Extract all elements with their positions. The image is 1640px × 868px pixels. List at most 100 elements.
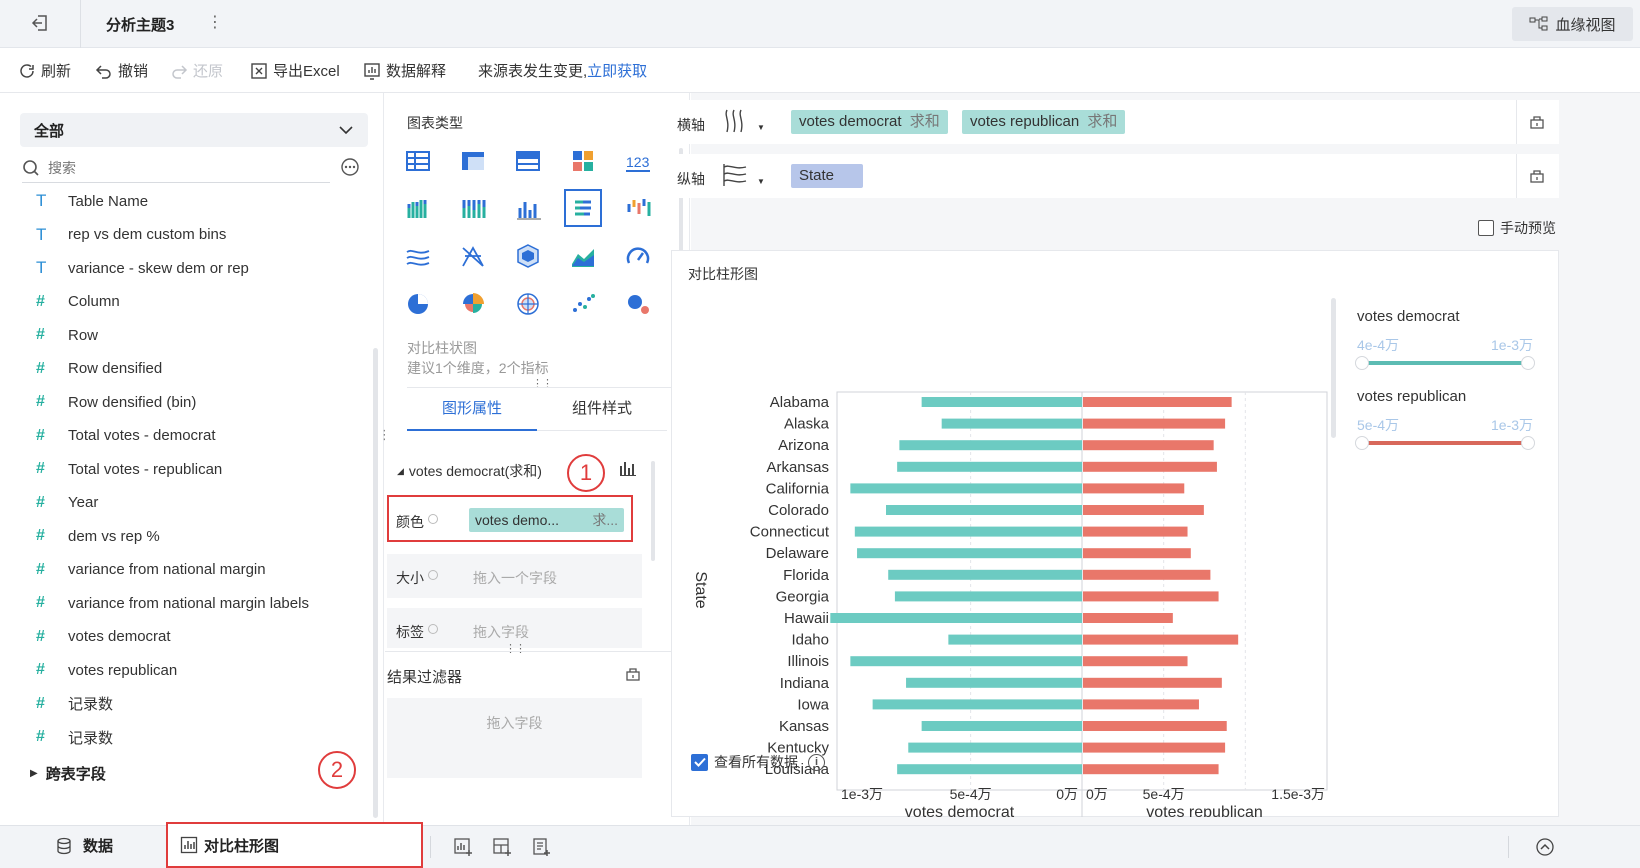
chart-tab[interactable]: 对比柱形图 <box>166 822 423 868</box>
filter-export-icon[interactable] <box>625 666 641 686</box>
data-explain-label: 数据解释 <box>386 63 447 80</box>
data-tab[interactable]: 数据 <box>55 835 113 856</box>
legend-dem-handle-right[interactable] <box>1521 356 1535 370</box>
add-dashboard-icon[interactable] <box>492 837 512 861</box>
info-icon[interactable]: i <box>808 753 825 771</box>
properties-scrollbar[interactable] <box>651 461 655 561</box>
pie-chart-icon[interactable] <box>403 289 433 319</box>
legend-rep-handle-right[interactable] <box>1521 436 1535 450</box>
stacked-column-icon[interactable] <box>458 193 488 223</box>
radar-icon[interactable] <box>513 289 543 319</box>
field-item[interactable]: # Total votes - republican <box>36 457 222 481</box>
view-all-checkbox[interactable] <box>691 753 708 771</box>
numeric-field-icon: # <box>36 560 45 578</box>
refresh-button[interactable]: 刷新 <box>18 60 71 81</box>
cross-table-icon[interactable] <box>458 146 488 176</box>
field-item[interactable]: T Table Name <box>36 189 148 213</box>
field-item[interactable]: # Row densified <box>36 357 162 381</box>
lineage-button[interactable]: 血缘视图 <box>1512 7 1633 41</box>
field-item[interactable]: # Column <box>36 290 120 314</box>
column-chart-icon[interactable] <box>513 193 543 223</box>
field-item[interactable]: # variance from national margin labels <box>36 591 309 615</box>
tag-settings-icon[interactable] <box>428 624 438 634</box>
tab-component-style[interactable]: 组件样式 <box>537 389 667 431</box>
field-item[interactable]: # votes republican <box>36 658 177 682</box>
manual-preview-checkbox[interactable] <box>1478 220 1494 236</box>
republican-bar <box>1083 634 1239 645</box>
radar-line-icon[interactable] <box>458 241 488 271</box>
tab-bar-divider <box>407 387 671 388</box>
data-explain-button[interactable]: 数据解释 <box>363 60 446 81</box>
bar-chart-mini-icon[interactable] <box>619 460 637 480</box>
legend-dem-bar[interactable] <box>1362 361 1527 365</box>
x-pill-votes-democrat[interactable]: votes democrat 求和 <box>791 110 948 134</box>
exit-icon[interactable] <box>30 13 50 37</box>
field-item[interactable]: # dem vs rep % <box>36 524 160 548</box>
field-item[interactable]: # Row densified (bin) <box>36 390 196 414</box>
table-icon[interactable] <box>403 146 433 176</box>
democrat-bar <box>872 699 1082 710</box>
polygon-icon[interactable] <box>513 241 543 271</box>
search-input[interactable] <box>48 159 308 176</box>
democrat-bar <box>948 634 1082 645</box>
area-chart-icon[interactable] <box>568 241 598 271</box>
collapse-up-icon[interactable] <box>1535 837 1555 861</box>
field-item[interactable]: # variance from national margin <box>36 558 266 582</box>
group-select[interactable]: 全部 <box>20 113 368 147</box>
field-item[interactable]: # votes democrat <box>36 625 171 649</box>
y-axis-dropdown-icon[interactable]: ▼ <box>757 177 765 186</box>
field-item[interactable]: Tvariance - skew dem or rep <box>36 256 249 280</box>
add-report-icon[interactable] <box>531 837 551 861</box>
detail-table-icon[interactable] <box>513 146 543 176</box>
legend-rep-handle-left[interactable] <box>1355 436 1369 450</box>
state-label: Colorado <box>768 502 829 519</box>
field-item[interactable]: # Year <box>36 491 98 515</box>
manual-preview-toggle[interactable]: 手动预览 <box>1478 218 1556 238</box>
redo-button[interactable]: 还原 <box>170 60 223 81</box>
bubble-icon[interactable] <box>623 289 653 319</box>
rose-chart-icon[interactable] <box>458 289 488 319</box>
add-chart-icon[interactable] <box>453 837 473 861</box>
line-chart-icon[interactable] <box>403 241 433 271</box>
x-axis-dropdown-icon[interactable]: ▼ <box>757 123 765 132</box>
filter-drop-zone[interactable]: 拖入字段 <box>387 698 642 778</box>
splitter-handle-bottom[interactable]: ⋮⋮ <box>505 642 526 655</box>
analysis-title[interactable]: 分析主题3 <box>106 14 174 35</box>
field-item[interactable]: Trep vs dem custom bins <box>36 223 226 247</box>
number-card-icon[interactable]: 123 <box>623 146 653 176</box>
export-excel-button[interactable]: 导出Excel <box>250 60 340 81</box>
view-all-data-toggle[interactable]: 查看所有数据 i <box>691 752 825 772</box>
gauge-icon[interactable] <box>623 241 653 271</box>
kpi-grid-icon[interactable] <box>568 146 598 176</box>
grouped-column-icon[interactable] <box>403 193 433 223</box>
fetch-now-link[interactable]: 立即获取 <box>587 60 647 81</box>
y-pill-state[interactable]: State <box>791 164 863 188</box>
legend-dem-handle-left[interactable] <box>1355 356 1369 370</box>
more-options-icon[interactable] <box>340 157 360 181</box>
field-item[interactable]: # 记录数 <box>36 725 113 749</box>
y-axis-type-icon[interactable] <box>722 162 748 192</box>
state-label: Iowa <box>797 696 829 713</box>
search-bar[interactable] <box>22 153 330 183</box>
field-scrollbar[interactable] <box>373 348 378 818</box>
tab-graph-properties[interactable]: 图形属性 <box>407 389 537 431</box>
x-axis-clear-icon[interactable] <box>1529 114 1545 134</box>
field-item[interactable]: # Row <box>36 323 98 347</box>
scatter-icon[interactable] <box>568 289 598 319</box>
measure-header[interactable]: ◢ votes democrat(求和) <box>397 461 542 481</box>
undo-button[interactable]: 撤销 <box>95 60 148 81</box>
waterfall-icon[interactable] <box>623 193 653 223</box>
x-pill-votes-republican[interactable]: votes republican 求和 <box>962 110 1126 134</box>
field-item[interactable]: # Total votes - democrat <box>36 424 216 448</box>
color-settings-icon[interactable] <box>428 514 438 524</box>
legend-rep-bar[interactable] <box>1362 441 1527 445</box>
cross-table-section[interactable]: ▶ 跨表字段 <box>30 763 106 784</box>
chart-scrollbar[interactable] <box>1331 298 1336 438</box>
y-axis-clear-icon[interactable] <box>1529 168 1545 188</box>
compare-bar-icon[interactable] <box>564 189 602 227</box>
field-item[interactable]: # 记录数 <box>36 692 113 716</box>
x-axis-type-icon[interactable] <box>722 108 748 138</box>
color-field-pill[interactable]: votes demo... 求... <box>469 508 624 532</box>
size-settings-icon[interactable] <box>428 570 438 580</box>
more-icon[interactable]: ⋮ <box>207 12 223 32</box>
